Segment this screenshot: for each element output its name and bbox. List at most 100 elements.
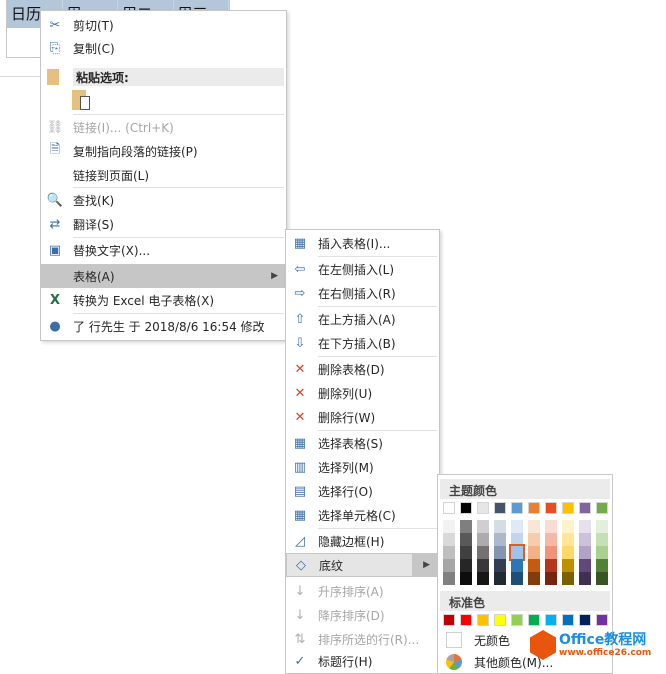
shade-swatch[interactable]: [596, 572, 608, 585]
menu-item[interactable]: ● 了 行先生 于 2018/8/6 16:54 修改: [41, 314, 286, 338]
shade-swatch[interactable]: [443, 520, 455, 533]
menu-item[interactable]: 🗎 复制指向段落的链接(P): [41, 139, 286, 163]
shade-swatch[interactable]: [562, 546, 574, 559]
menu-item[interactable]: ✕ 删除行(W): [286, 405, 439, 429]
standard-color-swatch[interactable]: [562, 614, 574, 626]
menu-item[interactable]: ▦ 选择表格(S): [286, 431, 439, 455]
standard-color-swatch[interactable]: [545, 614, 557, 626]
shade-swatch[interactable]: [596, 533, 608, 546]
shade-swatch[interactable]: [528, 520, 540, 533]
menu-item[interactable]: ▣ 替换文字(X)...: [41, 238, 286, 262]
shade-swatch[interactable]: [443, 546, 455, 559]
theme-color-swatch[interactable]: [545, 502, 557, 514]
shade-swatch[interactable]: [460, 559, 472, 572]
shade-swatch[interactable]: [596, 546, 608, 559]
paste-keep-formatting-button[interactable]: [72, 88, 94, 112]
page-icon: [80, 96, 90, 110]
theme-color-swatch[interactable]: [443, 502, 455, 514]
menu-item[interactable]: ✕ 删除列(U): [286, 381, 439, 405]
theme-color-swatch[interactable]: [596, 502, 608, 514]
shade-swatch[interactable]: [511, 559, 523, 572]
shade-swatch[interactable]: [545, 546, 557, 559]
shade-swatch[interactable]: [460, 572, 472, 585]
standard-color-swatch[interactable]: [596, 614, 608, 626]
menu-item[interactable]: 🔍 查找(K): [41, 188, 286, 212]
shade-swatch[interactable]: [562, 520, 574, 533]
standard-color-swatch[interactable]: [443, 614, 455, 626]
menu-item[interactable]: ⇩ 在下方插入(B): [286, 331, 439, 355]
shade-swatch[interactable]: [494, 559, 506, 572]
menu-item[interactable]: ▦ 插入表格(I)...: [286, 231, 439, 255]
shade-swatch[interactable]: [443, 572, 455, 585]
shade-swatch[interactable]: [545, 533, 557, 546]
standard-color-swatch[interactable]: [511, 614, 523, 626]
shade-swatch[interactable]: [596, 520, 608, 533]
shade-swatch[interactable]: [460, 533, 472, 546]
shade-swatch[interactable]: [477, 559, 489, 572]
standard-color-swatch[interactable]: [460, 614, 472, 626]
shade-swatch[interactable]: [511, 520, 523, 533]
theme-color-swatch[interactable]: [528, 502, 540, 514]
submenu-arrow-icon: ▶: [423, 560, 430, 570]
menu-item[interactable]: ⎘ 复制(C): [41, 36, 286, 60]
shade-swatch[interactable]: [579, 533, 591, 546]
theme-color-swatch[interactable]: [562, 502, 574, 514]
shade-swatch[interactable]: [528, 533, 540, 546]
shade-swatch[interactable]: [579, 559, 591, 572]
shade-swatch[interactable]: [460, 520, 472, 533]
shade-swatch[interactable]: [579, 520, 591, 533]
theme-color-swatch[interactable]: [494, 502, 506, 514]
shade-swatch[interactable]: [477, 572, 489, 585]
shade-swatch[interactable]: [443, 559, 455, 572]
shade-swatch[interactable]: [494, 572, 506, 585]
shade-swatch[interactable]: [528, 572, 540, 585]
menu-item[interactable]: ✓ 标题行(H): [286, 649, 439, 673]
shade-swatch[interactable]: [460, 546, 472, 559]
shade-swatch[interactable]: [443, 533, 455, 546]
theme-color-swatch[interactable]: [460, 502, 472, 514]
shade-swatch[interactable]: [562, 559, 574, 572]
shade-swatch[interactable]: [579, 546, 591, 559]
shade-swatch[interactable]: [545, 572, 557, 585]
menu-item[interactable]: ⇧ 在上方插入(A): [286, 307, 439, 331]
shade-swatch[interactable]: [477, 520, 489, 533]
menu-item[interactable]: ✕ 删除表格(D): [286, 357, 439, 381]
theme-color-swatch[interactable]: [511, 502, 523, 514]
standard-color-swatch[interactable]: [528, 614, 540, 626]
shade-swatch[interactable]: [528, 559, 540, 572]
shade-swatch[interactable]: [562, 572, 574, 585]
menu-item[interactable]: X 转换为 Excel 电子表格(X): [41, 288, 286, 312]
theme-color-swatch[interactable]: [579, 502, 591, 514]
menu-item[interactable]: 链接到页面(L): [41, 163, 286, 187]
shade-swatch[interactable]: [545, 520, 557, 533]
theme-color-swatch[interactable]: [477, 502, 489, 514]
menu-item[interactable]: ⇦ 在左侧插入(L): [286, 257, 439, 281]
standard-color-swatch[interactable]: [477, 614, 489, 626]
sort-ascending-icon: ↓: [294, 583, 306, 599]
shade-swatch[interactable]: [579, 572, 591, 585]
shade-swatch[interactable]: [511, 572, 523, 585]
shade-swatch[interactable]: [494, 533, 506, 546]
shade-swatch[interactable]: [528, 546, 540, 559]
shade-swatch[interactable]: [511, 533, 523, 546]
shade-swatch[interactable]: [494, 546, 506, 559]
shade-swatch[interactable]: [562, 533, 574, 546]
shade-swatch[interactable]: [477, 533, 489, 546]
menu-item[interactable]: 表格(A) ▶: [41, 264, 286, 288]
menu-item[interactable]: ▤ 选择行(O): [286, 479, 439, 503]
menu-item[interactable]: ◇ 底纹 ▶: [286, 553, 439, 577]
shade-swatch[interactable]: [509, 544, 525, 561]
standard-color-swatch[interactable]: [494, 614, 506, 626]
shade-swatch[interactable]: [545, 559, 557, 572]
shade-swatch[interactable]: [494, 520, 506, 533]
menu-item[interactable]: ▦ 选择单元格(C): [286, 503, 439, 527]
menu-item[interactable]: ✂ 剪切(T): [41, 13, 286, 37]
menu-item[interactable]: ▥ 选择列(M): [286, 455, 439, 479]
menu-item-label: 选择单元格(C): [318, 508, 396, 523]
shade-swatch[interactable]: [477, 546, 489, 559]
menu-item[interactable]: ⇨ 在右侧插入(R): [286, 281, 439, 305]
standard-color-swatch[interactable]: [579, 614, 591, 626]
menu-item[interactable]: ⇄ 翻译(S): [41, 212, 286, 236]
menu-item[interactable]: ◿ 隐藏边框(H): [286, 529, 439, 553]
shade-swatch[interactable]: [596, 559, 608, 572]
